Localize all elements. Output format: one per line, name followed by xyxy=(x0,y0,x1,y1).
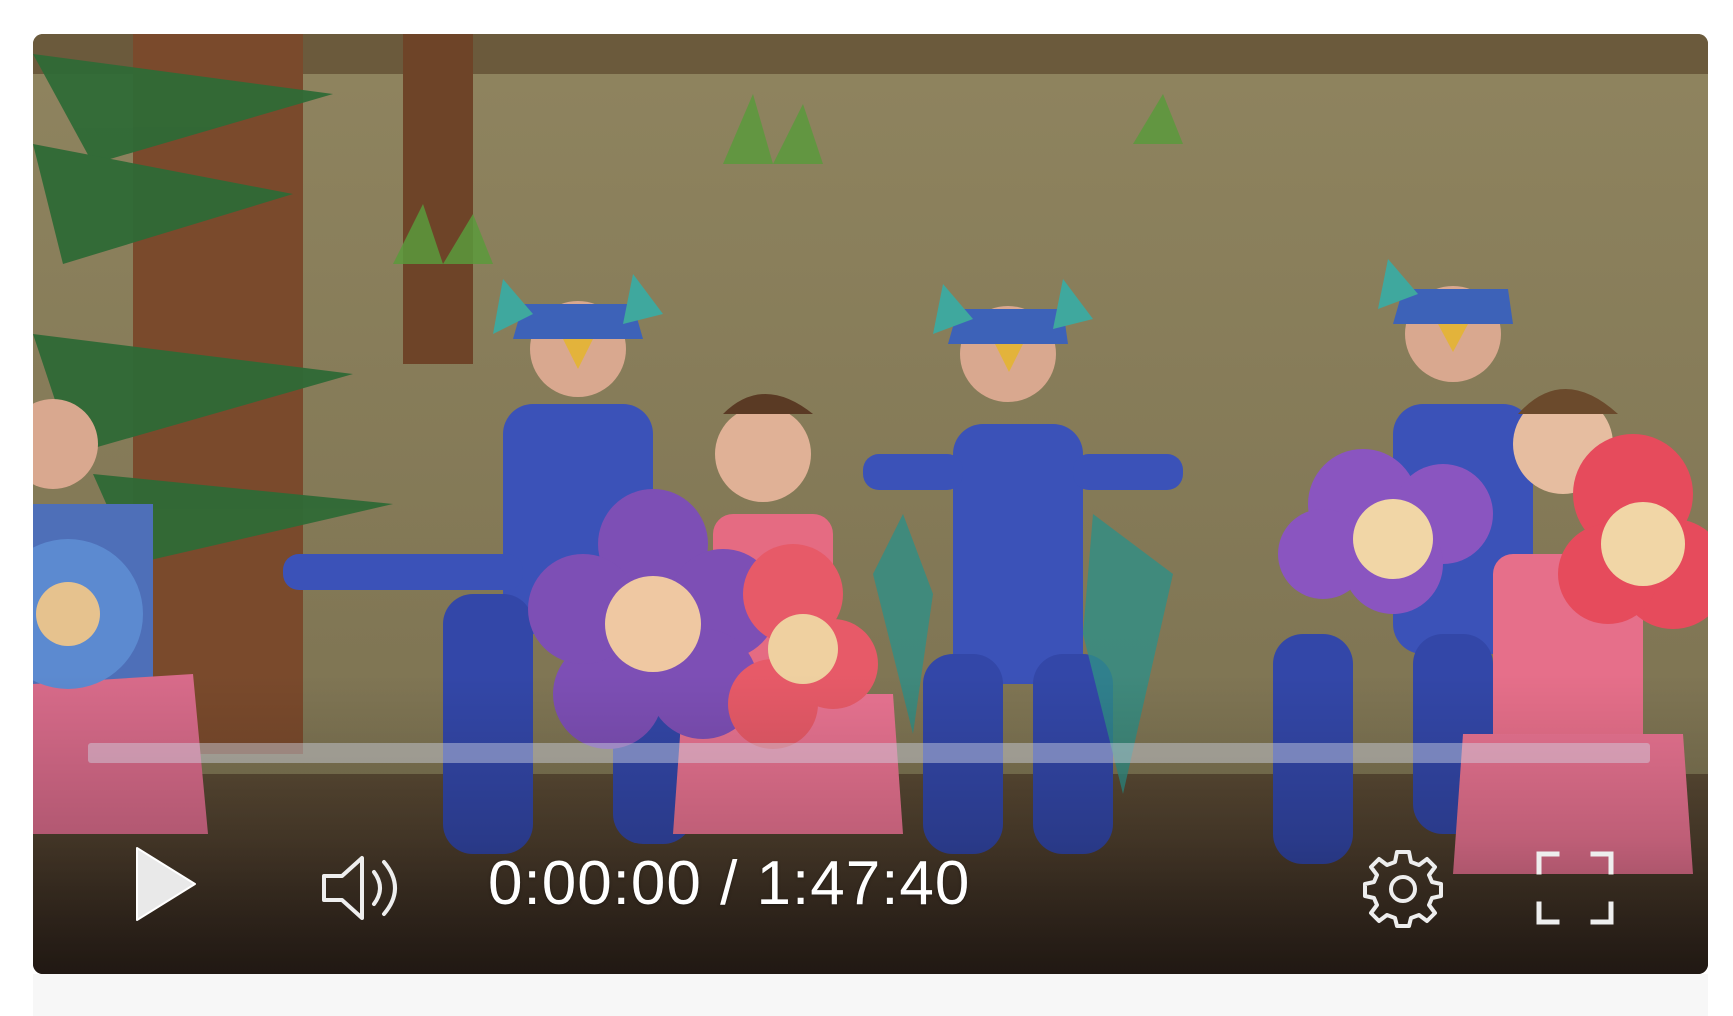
fullscreen-button[interactable] xyxy=(1533,848,1617,928)
time-display: 0:00:00 / 1:47:40 xyxy=(488,849,971,918)
settings-button[interactable] xyxy=(1361,846,1445,930)
control-bar: 0:00:00 / 1:47:40 xyxy=(33,834,1708,934)
below-player-area xyxy=(33,974,1708,1016)
fullscreen-icon xyxy=(1533,848,1617,928)
volume-button[interactable] xyxy=(318,848,414,928)
play-icon xyxy=(131,842,201,926)
play-button[interactable] xyxy=(131,842,201,926)
video-frame[interactable] xyxy=(33,34,1708,974)
progress-bar[interactable] xyxy=(88,743,1650,763)
volume-icon xyxy=(318,848,414,928)
video-player[interactable]: 0:00:00 / 1:47:40 xyxy=(33,34,1708,974)
gear-icon xyxy=(1361,846,1445,930)
